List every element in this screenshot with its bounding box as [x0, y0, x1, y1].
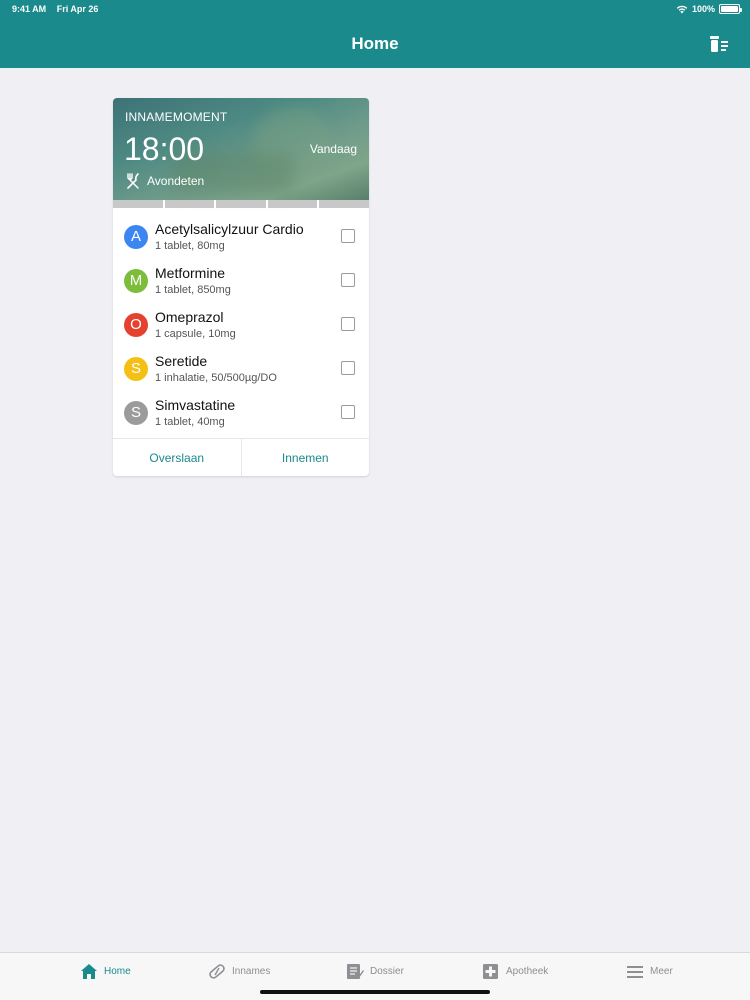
medication-initial-badge: M [124, 269, 148, 293]
medication-initial-badge: A [124, 225, 148, 249]
fork-knife-icon [127, 173, 139, 189]
tab-label: Home [104, 966, 131, 977]
page-title: Home [351, 34, 399, 53]
tab-dossier[interactable]: Dossier [346, 963, 404, 980]
medication-dose: 1 tablet, 80mg [155, 240, 225, 252]
intake-card: INNAMEMOMENT 18:00 Vandaag Avondeten A A… [113, 98, 369, 476]
tab-apotheek[interactable]: Apotheek [482, 963, 548, 980]
tab-label: Dossier [370, 966, 404, 977]
pill-icon [209, 964, 225, 979]
medication-name: Seretide [155, 353, 208, 369]
medication-dose: 1 tablet, 850mg [155, 284, 231, 296]
tab-label: Apotheek [506, 966, 549, 977]
status-date: Fri Apr 26 [56, 4, 99, 14]
medication-initial-badge: O [124, 313, 148, 337]
medication-name: Omeprazol [155, 309, 224, 325]
wifi-icon [676, 5, 688, 13]
medication-checkbox[interactable] [341, 405, 355, 419]
take-button[interactable]: Innemen [242, 439, 370, 476]
medication-list: A Acetylsalicylzuur Cardio 1 tablet, 80m… [113, 208, 369, 434]
medication-item[interactable]: M Metformine 1 tablet, 850mg [113, 258, 369, 302]
intake-day: Vandaag [309, 142, 357, 156]
intake-moment-label: INNAMEMOMENT [125, 110, 228, 124]
medication-initial-badge: S [124, 401, 148, 425]
medication-item[interactable]: S Seretide 1 inhalatie, 50/500µg/DO [113, 346, 369, 390]
intake-time: 18:00 [124, 131, 205, 167]
tab-label: Meer [650, 966, 673, 977]
home-icon [81, 964, 97, 979]
medication-item[interactable]: A Acetylsalicylzuur Cardio 1 tablet, 80m… [113, 214, 369, 258]
medication-dose: 1 capsule, 10mg [155, 328, 236, 340]
medication-item[interactable]: S Simvastatine 1 tablet, 40mg [113, 390, 369, 434]
tab-home[interactable]: Home [80, 963, 131, 980]
dossier-icon [347, 964, 364, 979]
status-time: 9:41 AM [12, 4, 47, 14]
medication-dose: 1 inhalatie, 50/500µg/DO [155, 372, 277, 384]
medication-name: Simvastatine [155, 397, 236, 413]
medication-item[interactable]: O Omeprazol 1 capsule, 10mg [113, 302, 369, 346]
intake-card-header: INNAMEMOMENT 18:00 Vandaag Avondeten [113, 98, 369, 200]
medication-initial-badge: S [124, 357, 148, 381]
battery-percentage: 100% [691, 4, 715, 14]
meal-indicator: Avondeten [125, 173, 204, 189]
intake-actions: Overslaan Innemen [113, 438, 369, 476]
intake-progress [113, 200, 369, 208]
meal-label: Avondeten [147, 174, 205, 188]
tab-innames[interactable]: Innames [208, 963, 270, 980]
medication-checkbox[interactable] [341, 361, 355, 375]
medication-checkbox[interactable] [341, 229, 355, 243]
menu-icon [627, 966, 643, 978]
skip-button[interactable]: Overslaan [113, 439, 242, 476]
medication-checkbox[interactable] [341, 273, 355, 287]
medication-dose: 1 tablet, 40mg [155, 416, 225, 428]
status-bar: 9:41 AM Fri Apr 26 100% [0, 0, 750, 18]
medication-name: Acetylsalicylzuur Cardio [155, 221, 304, 237]
pharmacy-cross-icon [483, 964, 498, 979]
home-indicator [260, 990, 490, 994]
battery-icon [719, 4, 742, 14]
medication-name: Metformine [155, 265, 226, 281]
tab-label: Innames [232, 966, 271, 977]
tab-meer[interactable]: Meer [626, 963, 673, 980]
top-bar: 9:41 AM Fri Apr 26 100% Home [0, 0, 750, 68]
medicine-list-icon[interactable] [708, 33, 730, 55]
medication-checkbox[interactable] [341, 317, 355, 331]
